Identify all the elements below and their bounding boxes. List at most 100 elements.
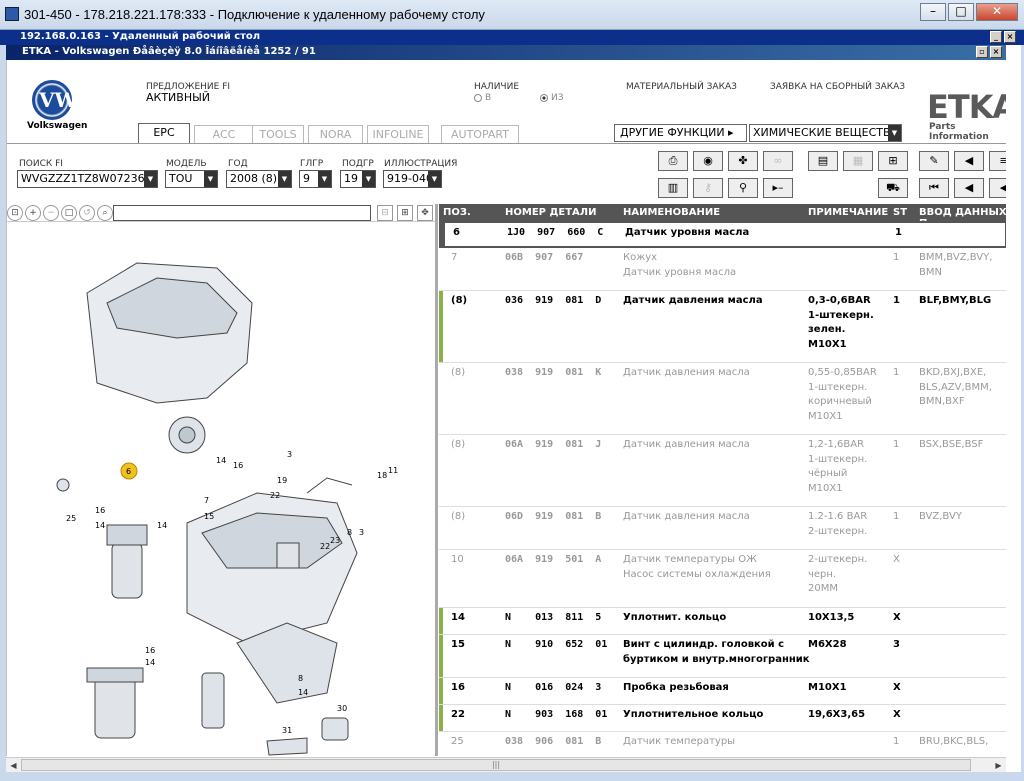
table-icon[interactable]: ▥ <box>658 178 688 198</box>
table-row[interactable]: (8) 036 919 081 D Датчик давления масла 0,3… <box>439 291 1006 363</box>
rdp-minimize-button[interactable]: _ <box>990 31 1002 43</box>
next-minus-icon[interactable]: ▸– <box>763 178 793 198</box>
zoom-in-icon[interactable]: + <box>25 205 41 221</box>
tab-acc[interactable]: ACC <box>194 125 254 143</box>
prev-icon[interactable]: ◀ <box>989 178 1006 198</box>
service-icon[interactable]: ◉ <box>693 151 723 171</box>
tab-nora[interactable]: NORA <box>308 125 363 143</box>
illustration-label: ИЛЛЮСТРАЦИЯ <box>384 159 458 169</box>
svg-text:22: 22 <box>320 542 330 551</box>
svg-text:11: 11 <box>388 466 398 475</box>
material-order-link[interactable]: МАТЕРИАЛЬНЫЙ ЗАКАЗ <box>626 82 737 92</box>
svg-text:30: 30 <box>337 704 347 713</box>
table-row[interactable]: 7 06B 907 667 Кожух Датчик уровня масла 1 BM… <box>439 248 1006 291</box>
row-pos: 22 <box>451 709 465 720</box>
bicycle-icon[interactable]: ⚲ <box>728 178 758 198</box>
tab-epc[interactable]: EPC <box>138 123 190 143</box>
row-input: BRU,BKC,BLS, <box>919 736 989 747</box>
row-note: 1.2-1.6 BAR 2-штекерн. <box>808 511 868 537</box>
svg-text:25: 25 <box>66 514 76 523</box>
col-part-number: НОМЕР ДЕТАЛИ <box>505 207 597 218</box>
back-page-icon[interactable]: ◀ <box>954 151 984 171</box>
horizontal-scrollbar[interactable]: ◀ ||| ▶ <box>6 757 1006 772</box>
depot-icon[interactable]: ▦ <box>843 151 873 171</box>
svg-text:7: 7 <box>204 496 209 505</box>
etka-logo: ETKA <box>927 88 1006 126</box>
scroll-left-icon[interactable]: ◀ <box>6 758 21 773</box>
zoom-out-icon[interactable]: − <box>43 205 59 221</box>
maximize-button[interactable]: □ <box>948 3 974 21</box>
row-part-number: N 910 652 01 <box>505 639 608 650</box>
scroll-right-icon[interactable]: ▶ <box>991 758 1006 773</box>
radio-iz[interactable]: ИЗ <box>540 93 564 103</box>
tab-underline <box>7 143 1006 144</box>
search-icon[interactable]: ⌕ <box>97 205 113 221</box>
cart-add-icon[interactable]: ⊞ <box>878 151 908 171</box>
subgroup-select[interactable]: 19 ▼ <box>340 170 376 188</box>
zoom-reset-icon[interactable]: ↺ <box>79 205 95 221</box>
handshake-icon[interactable]: ✤ <box>728 151 758 171</box>
row-part-number: 036 919 081 D <box>505 295 602 306</box>
tab-infoline[interactable]: INFOLINE <box>367 125 429 143</box>
row-st: 3 <box>893 639 900 650</box>
zoom-area-icon[interactable]: □ <box>61 205 77 221</box>
cart-icon[interactable]: ⛟ <box>878 178 908 198</box>
other-functions-button[interactable]: ДРУГИЕ ФУНКЦИИ ▸ <box>614 124 747 142</box>
main-group-select[interactable]: 9 ▼ <box>299 170 332 188</box>
row-pos: 25 <box>451 736 464 747</box>
model-select[interactable]: TOU ▼ <box>165 170 218 188</box>
illustration-search-input[interactable] <box>113 205 371 221</box>
table-row[interactable]: (8) 06D 919 081 B Датчик давления масла 1.2… <box>439 507 1006 550</box>
vin-search-input[interactable]: WVGZZZ1TZ8W072368 ▼ <box>17 170 158 188</box>
row-note: M10X1 <box>808 682 847 693</box>
radio-b-icon <box>474 93 482 102</box>
table-row[interactable]: 14 N 013 811 5 Уплотнит. кольцо 10X13,5 X <box>439 608 1006 635</box>
etka-restore-button[interactable]: ▫ <box>976 46 988 58</box>
chemicals-dropdown[interactable]: ХИМИЧЕСКИЕ ВЕЩЕСТВА ▼ <box>749 124 902 142</box>
brand-name: Volkswagen <box>27 121 88 131</box>
row-part-number: N 016 024 3 <box>505 682 602 693</box>
etka-close-button[interactable]: × <box>990 46 1002 58</box>
elsa-icon[interactable]: ▤ <box>808 151 838 171</box>
print-icon[interactable]: ⎙ <box>658 151 688 171</box>
table-row[interactable]: (8) 038 919 081 K Датчик давления масла 0,5… <box>439 363 1006 435</box>
year-select[interactable]: 2008 (8) ▼ <box>226 170 292 188</box>
table-row[interactable]: 6 1J0 907 660 C Датчик уровня масла 1 <box>439 221 1006 248</box>
parts-table-header: ПОЗ. НОМЕР ДЕТАЛИ НАИМЕНОВАНИЕ ПРИМЕЧАНИ… <box>439 204 1006 229</box>
table-row[interactable]: 25 038 906 081 B Датчик температуры 1 BRU,BK… <box>439 732 1006 756</box>
illustration-select[interactable]: 919-040 ▼ <box>383 170 442 188</box>
first-page-icon[interactable]: ⏮ <box>919 178 949 198</box>
pin-icon[interactable]: ✎ <box>919 151 949 171</box>
hscroll-thumb[interactable]: ||| <box>21 759 971 771</box>
layout-icon[interactable]: ⊟ <box>377 205 393 221</box>
table-row[interactable]: 16 N 016 024 3 Пробка резьбовая M10X1 X <box>439 678 1006 705</box>
window-frame-bottom <box>0 772 1024 781</box>
rdp-window-titlebar[interactable]: 301-450 - 178.218.221.178:333 - Подключе… <box>0 0 1024 30</box>
pane-divider[interactable] <box>435 204 438 756</box>
tab-autopart[interactable]: AUTOPART <box>441 125 519 143</box>
fit-icon[interactable]: ⊡ <box>7 205 23 221</box>
close-button[interactable]: ✕ <box>976 3 1018 21</box>
move-icon[interactable]: ✥ <box>417 205 433 221</box>
assembly-order-link[interactable]: ЗАЯВКА НА СБОРНЫЙ ЗАКАЗ <box>770 82 905 92</box>
key-icon[interactable]: ⚷ <box>693 178 723 198</box>
table-row[interactable]: 22 N 903 168 01 Уплотнительное кольцо 19,6X… <box>439 705 1006 732</box>
row-st: X <box>893 554 900 565</box>
rdp-close-button[interactable]: × <box>1004 31 1016 43</box>
table-row[interactable]: (8) 06A 919 081 J Датчик давления масла 1,2… <box>439 435 1006 507</box>
table-row[interactable]: 10 06A 919 501 A Датчик температуры ОЖ Нас… <box>439 550 1006 608</box>
tab-tools[interactable]: TOOLS <box>252 125 304 143</box>
row-note: 19,6X3,65 <box>808 709 866 720</box>
row-note: 10X13,5 <box>808 612 855 623</box>
svg-text:14: 14 <box>298 688 308 697</box>
table-row[interactable]: 15 N 910 652 01 Винт с цилиндр. головкой с… <box>439 635 1006 678</box>
minimize-button[interactable]: – <box>920 3 946 21</box>
radio-b[interactable]: В <box>474 93 491 103</box>
split-view-icon[interactable]: ⊞ <box>397 205 413 221</box>
link-icon[interactable]: ∞ <box>763 151 793 171</box>
etka-title: ETKA - Volkswagen Ðåâèçèÿ 8.0 Îáíîâëåíèå… <box>22 46 316 57</box>
row-part-number: 06D 919 081 B <box>505 511 602 522</box>
row-part-number: 06A 919 081 J <box>505 439 602 450</box>
list-icon[interactable]: ≡ <box>989 151 1006 171</box>
prev-page-icon[interactable]: ◀ <box>954 178 984 198</box>
